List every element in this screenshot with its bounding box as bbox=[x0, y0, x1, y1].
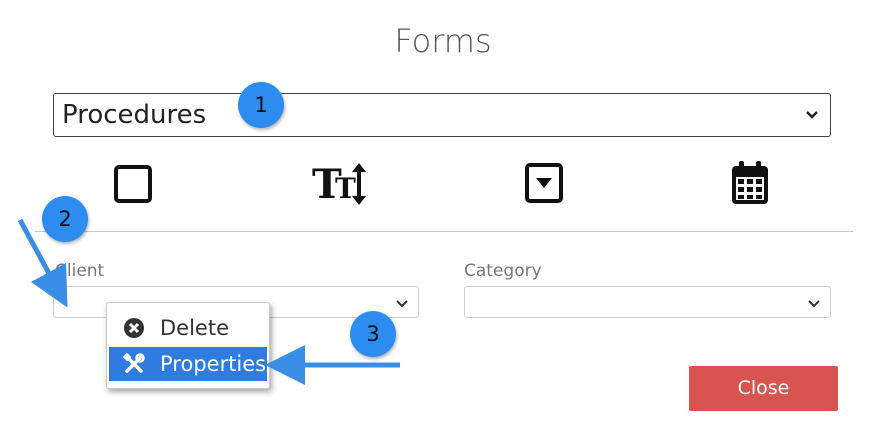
context-menu: Delete Properties bbox=[106, 302, 270, 389]
menu-item-label: Properties bbox=[160, 352, 267, 376]
form-type-value: Procedures bbox=[62, 100, 207, 130]
svg-text:T: T bbox=[335, 172, 356, 205]
chevron-down-icon bbox=[806, 111, 818, 119]
dropdown-icon[interactable] bbox=[524, 160, 566, 206]
menu-item-properties[interactable]: Properties bbox=[109, 347, 267, 381]
checkbox-icon[interactable] bbox=[113, 160, 155, 206]
divider bbox=[35, 231, 853, 232]
callout-badge: 3 bbox=[350, 311, 396, 357]
form-type-select[interactable]: Procedures bbox=[53, 93, 831, 137]
chevron-down-icon bbox=[396, 300, 408, 308]
client-label: Client bbox=[55, 261, 105, 281]
callout-badge: 1 bbox=[238, 82, 284, 128]
tools-icon bbox=[123, 353, 145, 373]
category-label: Category bbox=[464, 261, 542, 281]
text-field-icon[interactable]: T T bbox=[312, 160, 370, 206]
menu-item-delete[interactable]: Delete bbox=[109, 311, 267, 345]
close-button[interactable]: Close bbox=[689, 366, 838, 411]
dialog-title: Forms bbox=[394, 22, 492, 60]
category-select[interactable] bbox=[464, 286, 831, 318]
menu-item-label: Delete bbox=[160, 316, 229, 340]
callout-badge: 2 bbox=[42, 196, 88, 242]
chevron-down-icon bbox=[808, 300, 820, 308]
delete-circle-icon bbox=[124, 318, 144, 338]
calendar-icon[interactable] bbox=[729, 160, 771, 206]
